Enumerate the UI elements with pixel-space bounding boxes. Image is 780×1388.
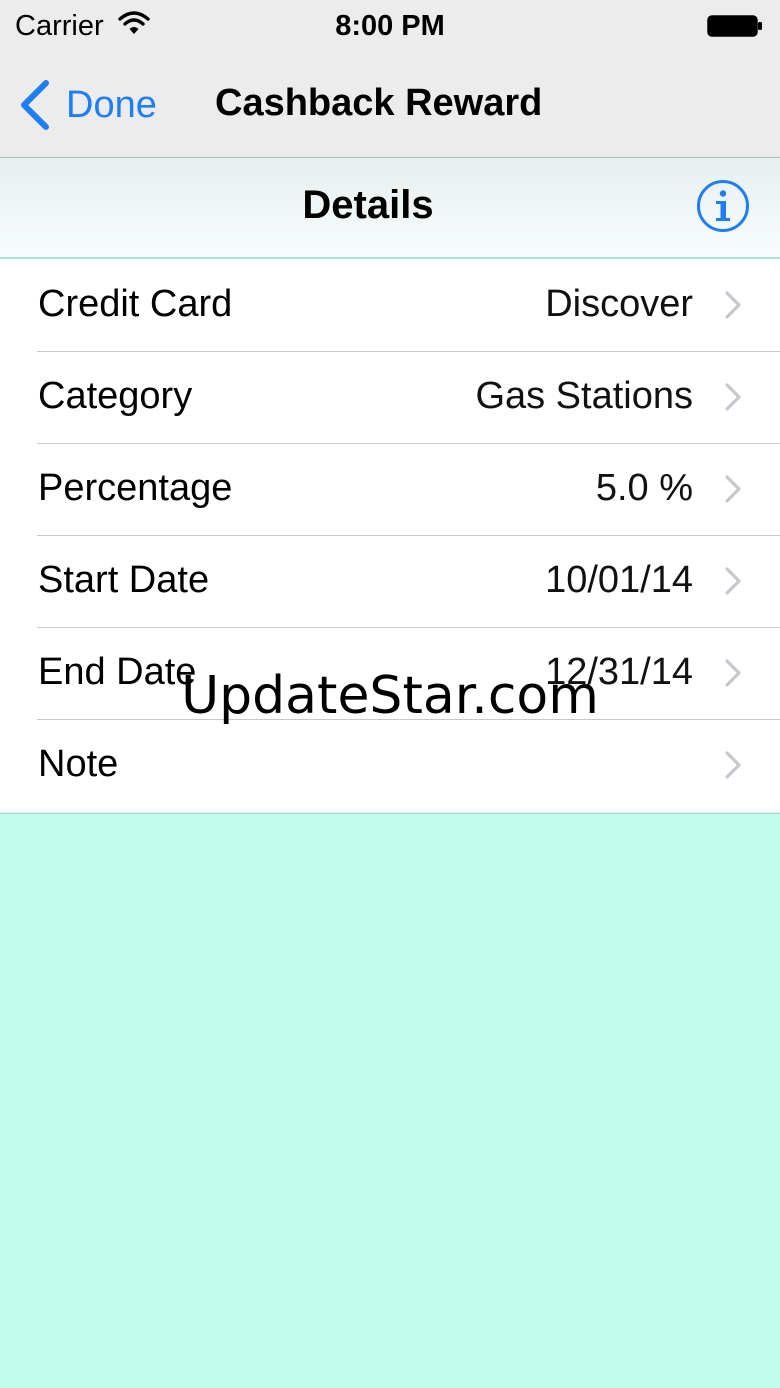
chevron-right-icon [725,475,741,503]
row-value: Gas Stations [475,375,693,417]
row-label: Category [38,375,193,417]
row-value: Discover [545,283,693,325]
row-credit-card[interactable]: Credit Card Discover [0,259,780,351]
row-note[interactable]: Note [0,719,780,811]
row-label: Note [38,743,119,785]
battery-icon [707,15,763,37]
chevron-right-icon [725,659,741,687]
row-label: End Date [38,651,197,693]
chevron-right-icon [725,291,741,319]
chevron-right-icon [725,567,741,595]
row-percentage[interactable]: Percentage 5.0 % [0,443,780,535]
row-end-date[interactable]: End Date 12/31/14 [0,627,780,719]
row-start-date[interactable]: Start Date 10/01/14 [0,535,780,627]
done-back-button[interactable]: Done [18,79,157,131]
info-icon [697,180,749,232]
nav-title: Cashback Reward [215,82,543,124]
chevron-left-icon [21,80,49,130]
row-label: Credit Card [38,283,233,325]
row-label: Percentage [38,467,233,509]
chevron-right-icon [725,751,741,779]
row-value: 10/01/14 [545,559,693,601]
section-title: Details [302,183,434,227]
row-value: 12/31/14 [545,651,693,693]
row-value: 5.0 % [595,467,693,509]
section-header: Details [0,158,780,259]
row-category[interactable]: Category Gas Stations [0,351,780,443]
status-bar: Carrier 8:00 PM [0,0,780,52]
clock: 8:00 PM [335,10,445,42]
chevron-right-icon [725,383,741,411]
details-table: Credit Card Discover Category Gas Statio… [0,259,780,812]
row-label: Start Date [38,559,210,601]
navigation-bar: Done Cashback Reward [0,52,780,158]
info-button[interactable] [696,179,750,233]
empty-background [0,813,780,1388]
done-label: Done [66,83,157,126]
